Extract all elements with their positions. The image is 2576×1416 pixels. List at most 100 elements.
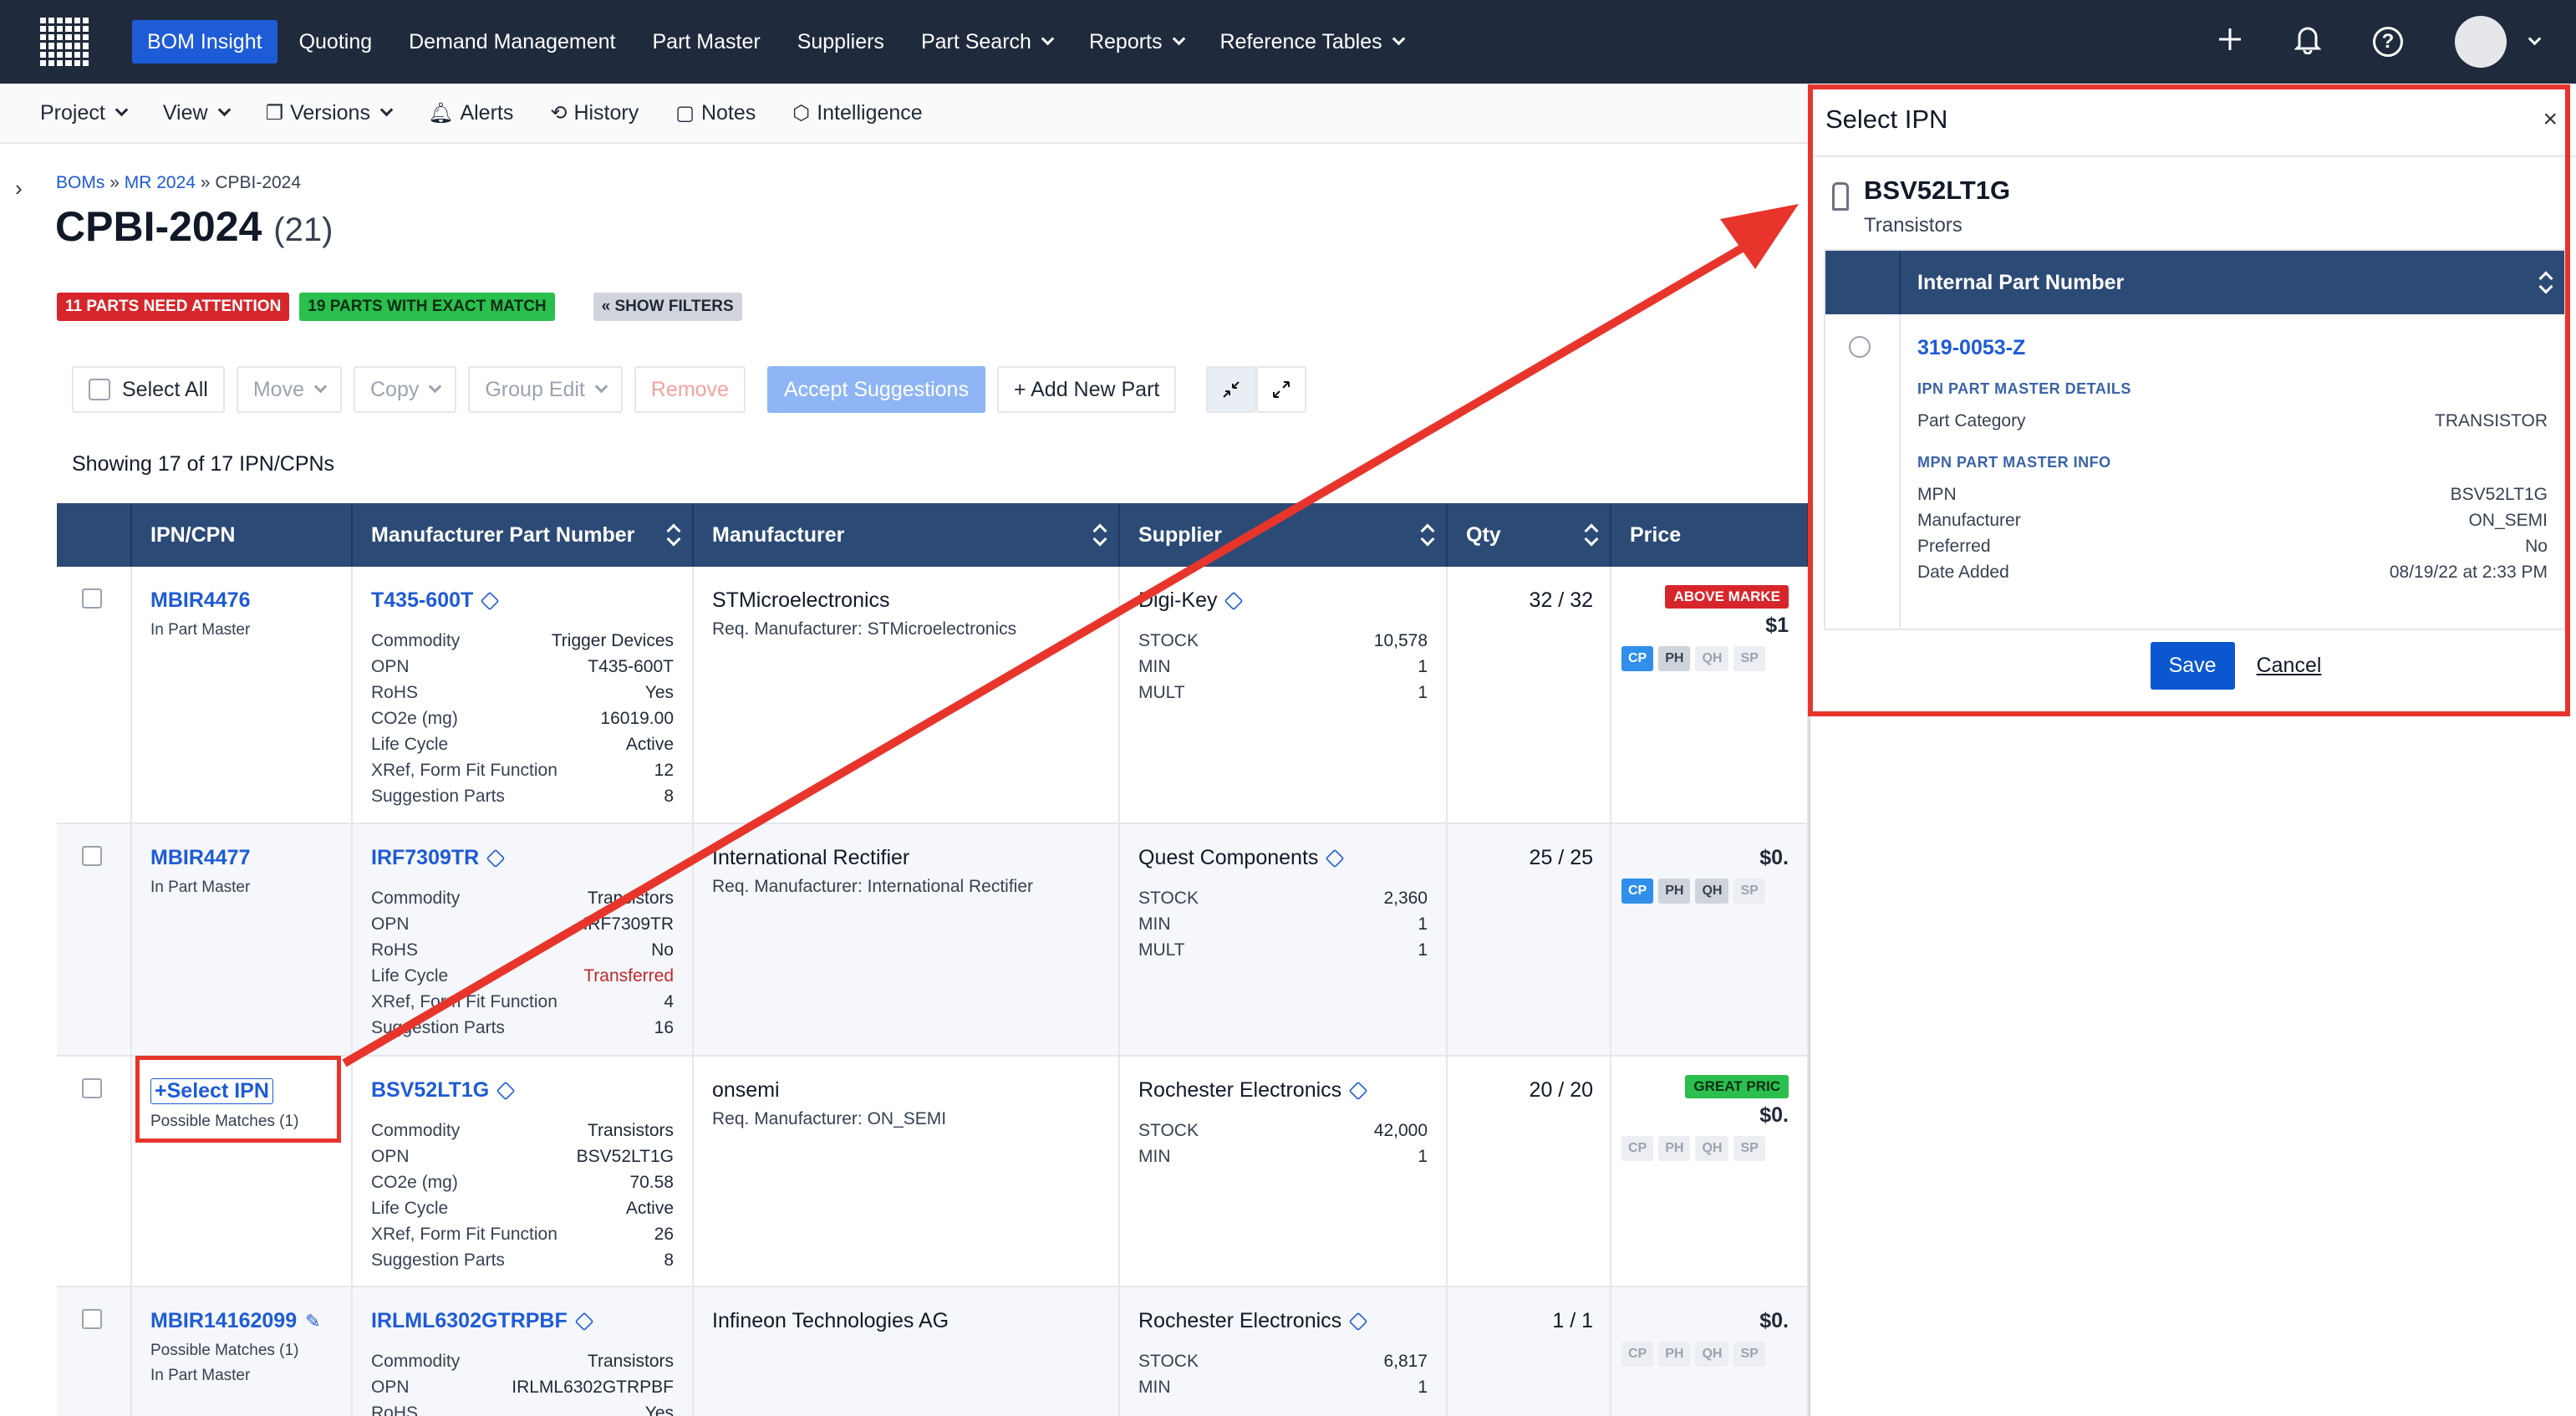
mpn-link[interactable]: IRF7309TR (371, 846, 674, 870)
close-icon[interactable]: × (2543, 105, 2558, 134)
mpn-link[interactable]: BSV52LT1G (371, 1078, 674, 1103)
attr-label: MIN (1138, 914, 1171, 934)
nav-part-search[interactable]: Part Search (906, 20, 1067, 64)
chip-sp[interactable]: SP (1733, 646, 1765, 671)
sort-icon[interactable] (1421, 523, 1433, 547)
attr-label: Commodity (371, 631, 461, 650)
ipn-link[interactable]: MBIR4477 (150, 846, 333, 870)
row-checkbox[interactable] (82, 1078, 102, 1098)
chip-cp[interactable]: CP (1621, 879, 1654, 904)
nav-part-master[interactable]: Part Master (638, 20, 776, 64)
ipn-link[interactable]: MBIR14162099 ✎ (150, 1309, 333, 1333)
sort-icon[interactable] (1093, 523, 1105, 547)
sidebar-expand-icon[interactable]: › (15, 176, 23, 201)
chip-sp[interactable]: SP (1733, 1342, 1765, 1367)
chip-cp[interactable]: CP (1621, 1136, 1654, 1161)
kv-label: MPN (1917, 485, 1957, 504)
attr-value: Active (625, 1199, 674, 1218)
attr-value: 1 (1418, 683, 1428, 702)
header-ipn[interactable]: IPN/CPN (132, 503, 353, 567)
sort-icon[interactable] (667, 523, 679, 547)
alerts-link[interactable]: 🔔︎ Alerts (428, 101, 513, 125)
supplier-name[interactable]: Rochester Electronics (1138, 1309, 1428, 1333)
chip-sp[interactable]: SP (1733, 1136, 1765, 1161)
app-grid-logo-icon[interactable] (40, 18, 89, 66)
help-icon[interactable]: ? (2373, 27, 2403, 57)
header-internal-part-number[interactable]: Internal Part Number (1901, 251, 2564, 314)
show-filters-button[interactable]: « SHOW FILTERS (593, 293, 742, 321)
copy-button[interactable]: Copy (353, 366, 457, 413)
nav-reference-tables[interactable]: Reference Tables (1205, 20, 1418, 64)
row-checkbox[interactable] (82, 588, 102, 609)
sort-icon[interactable] (2539, 271, 2551, 294)
chip-ph[interactable]: PH (1658, 879, 1691, 904)
header-supplier[interactable]: Supplier (1120, 503, 1448, 567)
header-price[interactable]: Price (1611, 503, 1809, 567)
edit-pencil-icon[interactable]: ✎ (305, 1311, 320, 1332)
header-qty-label: Qty (1466, 522, 1501, 547)
attr-label: Life Cycle (371, 1199, 449, 1218)
chip-qh[interactable]: QH (1695, 1342, 1729, 1367)
chip-qh[interactable]: QH (1695, 646, 1729, 671)
intelligence-link[interactable]: ⬡ Intelligence (792, 101, 922, 125)
plus-icon[interactable] (2217, 26, 2243, 58)
chip-ph[interactable]: PH (1658, 1342, 1691, 1367)
checkbox[interactable] (89, 379, 110, 400)
ipn-value-link[interactable]: 319-0053-Z (1917, 336, 2548, 360)
collapse-icon[interactable] (1206, 366, 1257, 413)
chevron-down-icon (115, 103, 129, 116)
chip-qh[interactable]: QH (1695, 1136, 1729, 1161)
row-checkbox[interactable] (82, 1309, 102, 1329)
versions-menu[interactable]: ❐ Versions (266, 101, 394, 125)
row-checkbox-cell (57, 1057, 132, 1286)
header-mpn[interactable]: Manufacturer Part Number (353, 503, 694, 567)
ipn-link[interactable]: MBIR4476 (150, 588, 333, 613)
nav-quoting[interactable]: Quoting (284, 20, 388, 64)
select-ipn-button[interactable]: +Select IPN (150, 1078, 273, 1104)
supplier-name[interactable]: Rochester Electronics (1138, 1078, 1428, 1103)
chip-cp[interactable]: CP (1621, 1342, 1654, 1367)
attention-badge[interactable]: 11 PARTS NEED ATTENTION (57, 293, 290, 321)
nav-demand-management[interactable]: Demand Management (394, 20, 630, 64)
chip-ph[interactable]: PH (1658, 646, 1691, 671)
supplier-name[interactable]: Digi-Key (1138, 588, 1428, 613)
qty-cell: 25 / 25 (1448, 824, 1611, 1055)
row-checkbox[interactable] (82, 846, 102, 866)
history-link[interactable]: ⟲ History (550, 101, 639, 125)
manufacturer-name: onsemi (712, 1078, 780, 1102)
chip-cp[interactable]: CP (1621, 646, 1654, 671)
chip-sp[interactable]: SP (1733, 879, 1765, 904)
bell-icon[interactable] (2293, 24, 2322, 60)
nav-bom-insight[interactable]: BOM Insight (132, 20, 277, 64)
chip-ph[interactable]: PH (1658, 1136, 1691, 1161)
remove-button[interactable]: Remove (634, 366, 746, 413)
price-value: $1 (1765, 614, 1789, 637)
add-new-part-button[interactable]: + Add New Part (996, 366, 1177, 413)
ipn-option-row[interactable]: 319-0053-Z IPN PART MASTER DETAILS Part … (1825, 314, 2564, 629)
select-all-checkbox[interactable]: Select All (72, 366, 225, 413)
mpn-link[interactable]: IRLML6302GTRPBF (371, 1309, 674, 1333)
header-qty[interactable]: Qty (1448, 503, 1611, 567)
supplier-name[interactable]: Quest Components (1138, 846, 1428, 870)
mpn-link[interactable]: T435-600T (371, 588, 674, 613)
ipn-radio[interactable] (1849, 336, 1871, 358)
breadcrumb-mr-2024[interactable]: MR 2024 (125, 173, 196, 192)
accept-suggestions-button[interactable]: Accept Suggestions (766, 366, 985, 413)
move-button[interactable]: Move (236, 366, 342, 413)
header-manufacturer[interactable]: Manufacturer (694, 503, 1120, 567)
cancel-link[interactable]: Cancel (2257, 654, 2322, 678)
chip-qh[interactable]: QH (1695, 879, 1729, 904)
sort-icon[interactable] (1585, 523, 1596, 547)
save-button[interactable]: Save (2150, 642, 2235, 690)
group-edit-button[interactable]: Group Edit (468, 366, 623, 413)
notes-link[interactable]: ▢ Notes (675, 101, 756, 125)
user-menu[interactable] (2455, 16, 2542, 68)
project-menu[interactable]: Project (40, 101, 129, 125)
expand-icon[interactable] (1256, 366, 1307, 413)
avatar[interactable] (2455, 16, 2507, 68)
nav-reports[interactable]: Reports (1074, 20, 1199, 64)
nav-suppliers[interactable]: Suppliers (782, 20, 899, 64)
breadcrumb-boms[interactable]: BOMs (56, 173, 104, 192)
exact-match-badge[interactable]: 19 PARTS WITH EXACT MATCH (299, 293, 555, 321)
view-menu[interactable]: View (163, 101, 231, 125)
